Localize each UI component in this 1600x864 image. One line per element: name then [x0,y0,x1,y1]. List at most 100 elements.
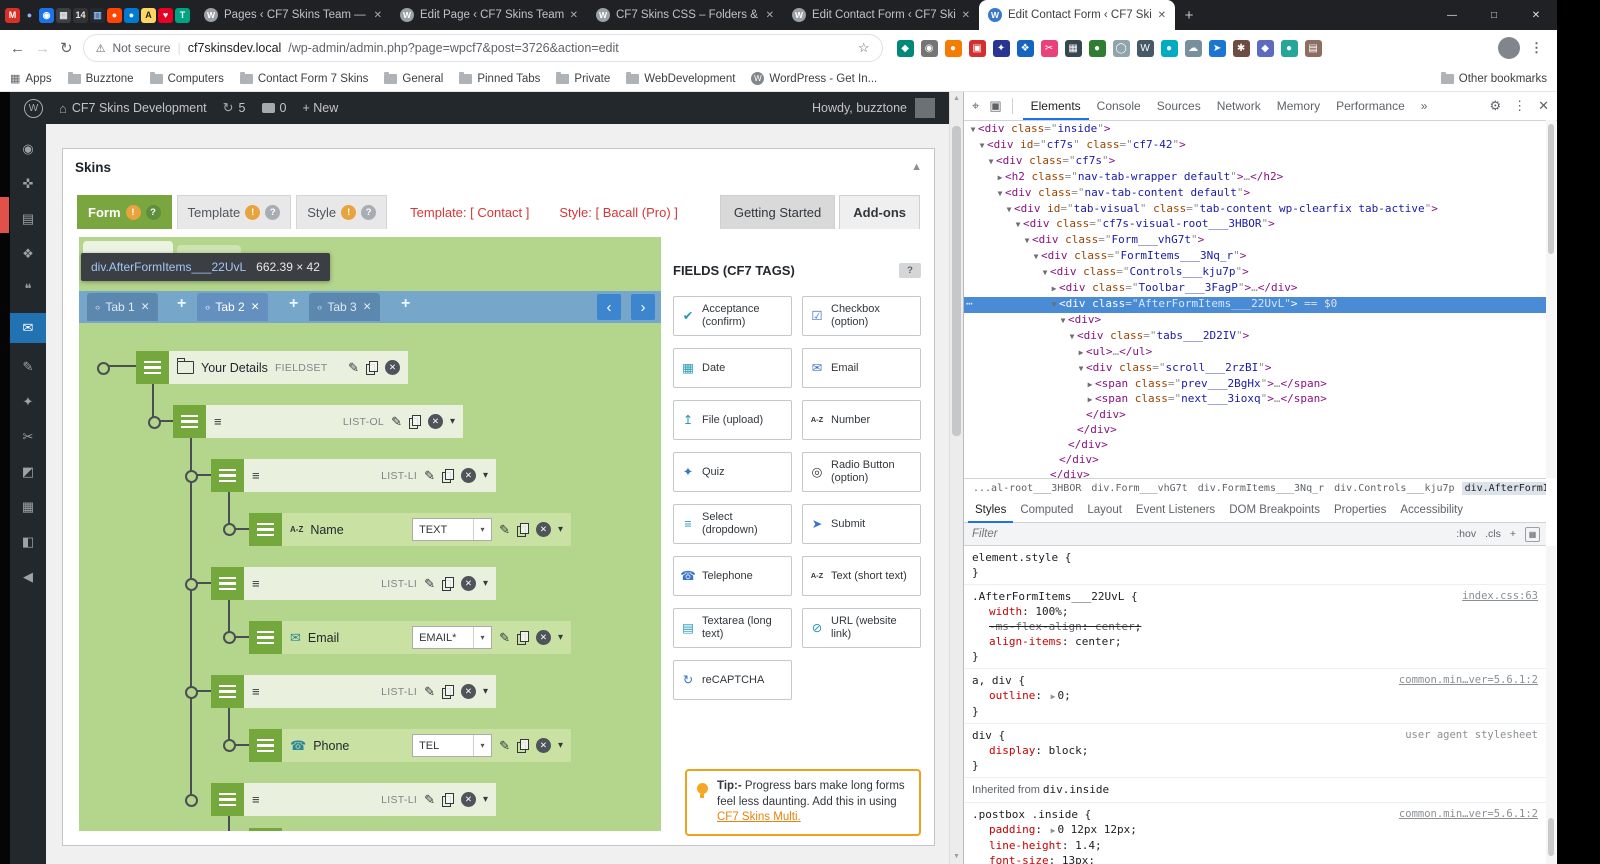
admin-menu-item[interactable]: ✦ [10,391,46,413]
styles-scrollbar[interactable] [1546,546,1556,864]
grid-toggle-icon[interactable]: ▦ [1525,526,1540,542]
drag-handle[interactable] [173,405,206,438]
expand-chevron-icon[interactable]: ▾ [483,470,488,481]
drag-handle[interactable] [136,351,169,384]
styles-tab-event-listeners[interactable]: Event Listeners [1129,498,1222,523]
dom-closing-tag[interactable]: </div> [964,438,1546,453]
field-button-radio-button[interactable]: ◎ Radio Button (option) [802,452,921,492]
scroll-up-icon[interactable]: ▲ [953,95,960,102]
pinned-tab-favicon[interactable]: 14 [73,7,88,23]
expand-chevron-icon[interactable]: ▾ [450,416,455,427]
forward-button[interactable]: → [35,40,50,57]
styles-filter-input[interactable] [970,527,1234,541]
styles-scroll-thumb[interactable] [1548,818,1554,856]
pinned-tab-favicon[interactable]: ● [124,7,139,23]
profile-avatar[interactable] [1498,37,1520,59]
dom-node[interactable]: ▶ <h2 class="nav-tab-wrapper default">…</… [964,170,1546,186]
back-button[interactable]: ← [10,40,25,57]
field-button-select[interactable]: ≡ Select (dropdown) [673,504,792,544]
admin-menu-item[interactable]: ◧ [10,531,46,553]
admin-menu-item[interactable]: ❖ [10,243,46,265]
dom-more-actions-icon[interactable]: ⋯ [966,297,974,312]
expand-chevron-icon[interactable]: ▾ [483,578,488,589]
edit-icon[interactable]: ✎ [348,360,359,376]
field-button-checkbox[interactable]: ☑ Checkbox (option) [802,296,921,336]
extension-icon[interactable]: ◉ [920,39,938,57]
devtools-tab-sources[interactable]: Sources [1149,92,1209,120]
editor-tab-close-icon[interactable]: ✕ [251,301,260,313]
dom-node[interactable]: ▼ <div class="nav-tab-content default"> [964,186,1546,202]
delete-icon[interactable]: ✕ [460,792,476,807]
bookmark-star-icon[interactable]: ☆ [858,40,870,56]
devtools-tab-elements[interactable]: Elements [1023,92,1089,120]
new-tab-button[interactable]: + [1175,1,1203,29]
tabs-next-button[interactable]: › [631,294,655,320]
browser-tab[interactable]: W Pages ‹ CF7 Skins Team — Wo... ✕ [195,0,391,30]
bookmark-item[interactable]: W WordPress - Get In... [751,72,877,85]
tree-row-field[interactable]: ☎ Phone TEL ▾ ✎ ✕ ▾ [249,729,571,762]
tab-add-ons[interactable]: Add-ons [839,195,920,229]
device-toolbar-icon[interactable]: ▣ [989,98,1001,114]
styles-tab-styles[interactable]: Styles [968,498,1013,523]
tree-scroll-thumb[interactable] [1548,124,1554,254]
extension-icon[interactable]: ◯ [1112,39,1130,57]
dom-closing-tag[interactable]: </div> [964,423,1546,438]
pinned-tab-favicon[interactable]: ▦ [56,7,71,23]
expand-chevron-icon[interactable]: ▾ [558,632,563,643]
drag-handle[interactable] [249,513,282,546]
tree-row-list[interactable]: ≡ LIST-LI ✎ ✕ ▾ [211,567,496,600]
styles-tab-dom-breakpoints[interactable]: DOM Breakpoints [1222,498,1327,523]
extension-icon[interactable]: ▦ [1064,39,1082,57]
admin-menu-item[interactable]: ◩ [10,461,46,483]
pinned-tab-favicon[interactable]: M [5,7,20,23]
extension-icon[interactable]: ● [1280,39,1298,57]
admin-menu-item[interactable]: ◉ [10,138,46,160]
tab-close-icon[interactable]: ✕ [570,10,578,21]
pinned-tab-favicon[interactable]: ● [22,7,37,23]
add-tab-button[interactable]: + [177,295,186,313]
dom-node[interactable]: ▶ <span class="prev___2BgHx">…</span> [964,377,1546,393]
scroll-thumb[interactable] [952,126,961,436]
bookmark-item[interactable]: Pinned Tabs [459,71,540,85]
stylesheet-link[interactable]: user agent stylesheet [1405,728,1538,743]
delete-icon[interactable]: ✕ [385,360,400,375]
collapse-toggle-icon[interactable]: ▲ [911,161,922,173]
pinned-tab-favicon[interactable]: A [141,7,156,23]
duplicate-icon[interactable] [441,468,454,483]
duplicate-icon[interactable] [366,360,378,375]
wordpress-logo-icon[interactable]: W [24,98,43,118]
devtools-close-icon[interactable]: ✕ [1538,98,1549,114]
tab-close-icon[interactable]: ✕ [766,10,774,21]
devtools-tab-more[interactable]: » [1413,92,1436,120]
css-declaration[interactable]: display: block; [972,743,1538,758]
bookmark-item[interactable]: Other bookmarks [1440,71,1547,85]
expand-chevron-icon[interactable]: ▾ [483,794,488,805]
delete-icon[interactable]: ✕ [535,630,551,645]
breadcrumb-item[interactable]: ...al-root___3HBOR [970,482,1084,495]
tree-row-stub[interactable] [249,828,571,831]
extension-icon[interactable]: ▤ [1304,39,1322,57]
extension-icon[interactable]: ☁ [1184,39,1202,57]
edit-icon[interactable]: ✎ [424,468,435,484]
admin-menu-item[interactable]: ❝ [10,278,46,300]
duplicate-icon[interactable] [441,684,454,699]
dom-node[interactable]: ▼ <div class="FormItems___3Nq_r"> [964,249,1546,265]
extension-icon[interactable]: ◆ [896,39,914,57]
dom-closing-tag[interactable]: </div> [964,408,1546,423]
dom-node[interactable]: ▼ <div class="cf7s-visual-root___3HBOR"> [964,217,1546,233]
editor-tab[interactable]: ‹› Tab 3 ✕ [309,293,380,321]
tree-row-list[interactable]: ≡ LIST-OL ✎ ✕ ▾ [173,405,463,438]
maximize-button[interactable]: □ [1473,0,1515,30]
stylesheet-link[interactable]: index.css:63 [1462,589,1538,604]
site-name[interactable]: ⌂ CF7 Skins Development [59,101,207,116]
extension-icon[interactable]: ✦ [992,39,1010,57]
tabs-prev-button[interactable]: ‹ [597,294,621,320]
field-button-number[interactable]: A-Z Number [802,400,921,440]
pinned-tab-favicon[interactable]: T [175,7,190,23]
browser-menu-icon[interactable]: ⋮ [1530,40,1547,56]
pinned-tab-favicon[interactable]: ▥ [90,7,105,23]
browser-tab[interactable]: W Edit Contact Form ‹ CF7 Skins ✕ [783,0,979,30]
type-dropdown[interactable]: TEL ▾ [412,734,493,757]
css-declaration[interactable]: line-height: 1.4; [972,838,1538,853]
field-button-telephone[interactable]: ☎ Telephone [673,556,792,596]
